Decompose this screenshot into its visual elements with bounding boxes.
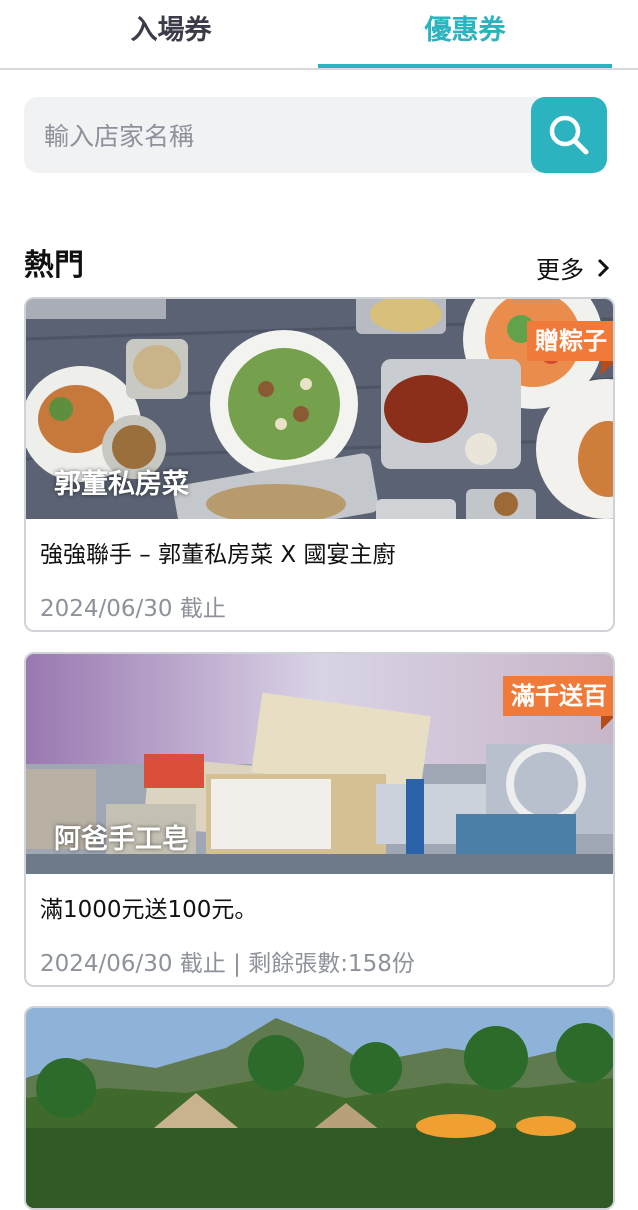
tab-coupons[interactable]: 優惠券 bbox=[318, 0, 612, 66]
search-button[interactable] bbox=[531, 97, 607, 173]
section-title: 熱門 bbox=[24, 248, 84, 283]
coupon-title: 滿1000元送100元。 bbox=[40, 897, 258, 923]
tab-bar: 入場券 優惠券 bbox=[0, 0, 638, 70]
resort-photo bbox=[26, 1008, 613, 1208]
store-name: 郭董私房菜 bbox=[54, 469, 189, 500]
search-bar bbox=[24, 97, 607, 175]
coupon-meta: 2024/06/30 截止 | 剩餘張數:158份 bbox=[40, 951, 415, 977]
active-tab-indicator bbox=[318, 64, 612, 68]
coupon-card[interactable]: 贈粽子 郭董私房菜 強強聯手 – 郭董私房菜 X 國宴主廚 2024/06/30… bbox=[24, 297, 615, 632]
card-image bbox=[26, 1008, 613, 1208]
search-icon bbox=[549, 115, 589, 155]
promo-badge: 滿千送百 bbox=[503, 676, 613, 730]
more-label: 更多 bbox=[536, 256, 584, 284]
more-link[interactable]: 更多 bbox=[536, 250, 612, 285]
promo-badge: 贈粽子 bbox=[527, 321, 613, 375]
search-input[interactable] bbox=[42, 97, 526, 175]
coupon-card[interactable]: 滿千送百 阿爸手工皂 滿1000元送100元。 2024/06/30 截止 | … bbox=[24, 652, 615, 987]
coupon-title: 強強聯手 – 郭董私房菜 X 國宴主廚 bbox=[40, 542, 396, 568]
card-image: 贈粽子 郭董私房菜 bbox=[26, 299, 613, 519]
card-image: 滿千送百 阿爸手工皂 bbox=[26, 654, 613, 874]
coupon-card[interactable] bbox=[24, 1006, 615, 1210]
tab-tickets[interactable]: 入場券 bbox=[24, 0, 318, 66]
coupon-meta: 2024/06/30 截止 bbox=[40, 596, 226, 622]
chevron-right-icon bbox=[597, 258, 610, 277]
store-name: 阿爸手工皂 bbox=[54, 824, 189, 855]
